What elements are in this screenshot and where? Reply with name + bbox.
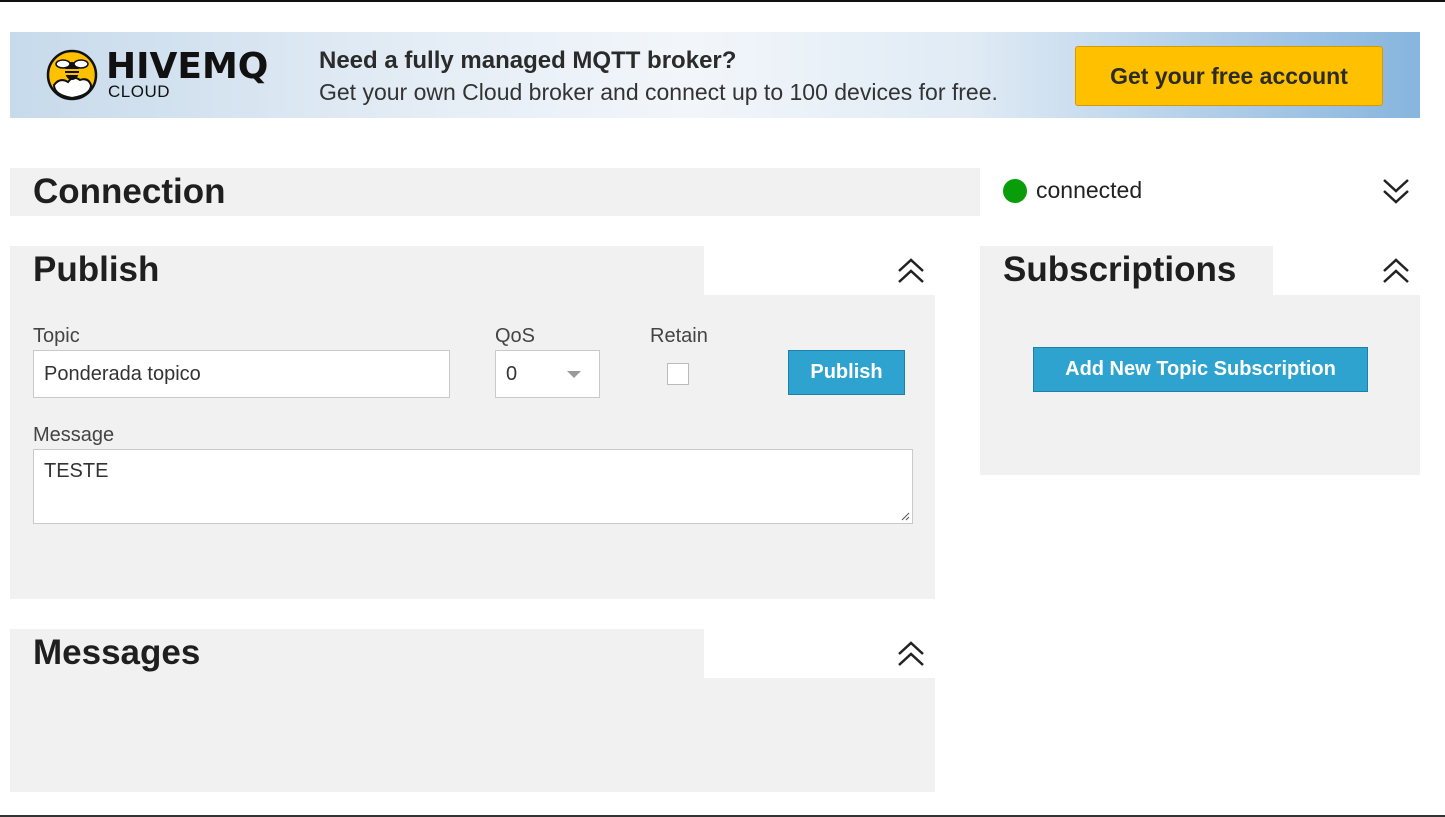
connection-header[interactable]: Connection <box>10 168 980 216</box>
connection-title: Connection <box>33 172 226 211</box>
logo-subtitle: CLOUD <box>108 82 171 101</box>
messages-title: Messages <box>33 633 201 672</box>
message-textarea[interactable]: TESTE <box>33 449 913 524</box>
publish-body <box>10 295 935 599</box>
retain-checkbox[interactable] <box>667 363 689 385</box>
subscriptions-header[interactable]: Subscriptions <box>980 246 1273 296</box>
bee-logo-icon <box>46 49 98 101</box>
hivemq-logo[interactable]: HIVEMQ CLOUD <box>46 47 276 107</box>
banner-headline: Need a fully managed MQTT broker? <box>319 47 737 74</box>
chevron-double-up-icon[interactable] <box>1381 254 1411 286</box>
publish-title: Publish <box>33 250 160 289</box>
chevron-double-up-icon[interactable] <box>896 254 926 286</box>
messages-header[interactable]: Messages <box>10 629 704 679</box>
qos-select[interactable]: 0 <box>495 350 600 398</box>
publish-button[interactable]: Publish <box>788 350 905 395</box>
chevron-double-up-icon[interactable] <box>896 637 926 669</box>
get-free-account-button[interactable]: Get your free account <box>1075 46 1383 106</box>
logo-wordmark: HIVEMQ <box>106 46 269 87</box>
banner-subline: Get your own Cloud broker and connect up… <box>319 79 998 105</box>
message-value: TESTE <box>44 460 109 482</box>
messages-body <box>10 678 935 792</box>
topic-input[interactable]: Ponderada topico <box>33 350 450 398</box>
subscriptions-title: Subscriptions <box>1003 250 1237 289</box>
qos-label: QoS <box>495 325 536 347</box>
promo-banner: HIVEMQ CLOUD Need a fully managed MQTT b… <box>10 32 1420 118</box>
publish-header[interactable]: Publish <box>10 246 704 296</box>
add-topic-subscription-button[interactable]: Add New Topic Subscription <box>1033 347 1368 392</box>
qos-value: 0 <box>506 362 518 385</box>
connection-status-indicator <box>1003 179 1027 203</box>
dropdown-arrow-icon <box>567 371 581 378</box>
chevron-double-down-icon[interactable] <box>1381 176 1411 208</box>
connection-status-text: connected <box>1036 177 1143 203</box>
topic-label: Topic <box>33 325 80 347</box>
resize-grip-icon[interactable] <box>900 511 910 521</box>
retain-label: Retain <box>650 325 708 347</box>
message-label: Message <box>33 424 115 446</box>
